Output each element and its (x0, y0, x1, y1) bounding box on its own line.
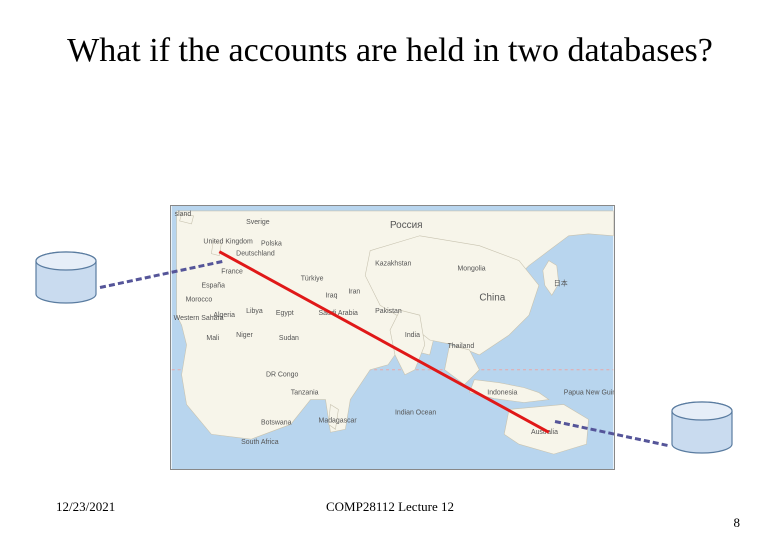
label-southafrica: South Africa (241, 439, 279, 446)
label-thailand: Thailand (448, 343, 475, 350)
label-china: China (479, 292, 505, 303)
world-map: Россия China India 日本 Kazakhstan Mongoli… (170, 205, 615, 470)
footer-date: 12/23/2021 (56, 499, 115, 515)
footer-page-number: 8 (734, 515, 741, 531)
label-iran: Iran (348, 288, 360, 295)
label-kazakhstan: Kazakhstan (375, 261, 411, 268)
label-botswana: Botswana (261, 419, 292, 426)
label-egypt: Egypt (276, 310, 294, 317)
map-svg: Россия China India 日本 Kazakhstan Mongoli… (171, 206, 614, 469)
database-left-icon (32, 250, 100, 306)
label-poland: Polska (261, 241, 282, 248)
label-tanzania: Tanzania (291, 390, 319, 397)
slide-footer: 12/23/2021 COMP28112 Lecture 12 8 (0, 499, 780, 515)
label-western: Western Sahara (174, 315, 224, 322)
label-iceland: sland (175, 211, 192, 218)
label-png: Papua New Guinea (564, 390, 614, 397)
slide-title: What if the accounts are held in two dat… (0, 0, 780, 83)
label-japan: 日本 (554, 278, 568, 287)
label-niger: Niger (236, 332, 253, 339)
footer-center: COMP28112 Lecture 12 (0, 499, 780, 515)
label-indianocean: Indian Ocean (395, 409, 436, 416)
label-mongolia: Mongolia (458, 266, 486, 273)
label-deutschland: Deutschland (236, 251, 275, 258)
label-turkiye: Türkiye (301, 275, 324, 282)
label-sverige: Sverige (246, 219, 270, 226)
label-sudan: Sudan (279, 335, 299, 342)
database-right-icon (668, 400, 736, 456)
label-espana: España (201, 282, 225, 289)
label-russia: Россия (390, 220, 423, 231)
label-india: India (405, 332, 420, 339)
label-drcongo: DR Congo (266, 372, 299, 379)
label-morocco: Morocco (186, 296, 213, 303)
label-uk: United Kingdom (203, 239, 253, 246)
label-libya: Libya (246, 308, 263, 315)
label-france: France (221, 268, 243, 275)
label-indonesia: Indonesia (487, 390, 517, 397)
label-iraq: Iraq (326, 292, 338, 299)
label-madagascar: Madagascar (319, 417, 358, 424)
label-pakistan: Pakistan (375, 308, 402, 315)
label-mali: Mali (206, 335, 219, 342)
